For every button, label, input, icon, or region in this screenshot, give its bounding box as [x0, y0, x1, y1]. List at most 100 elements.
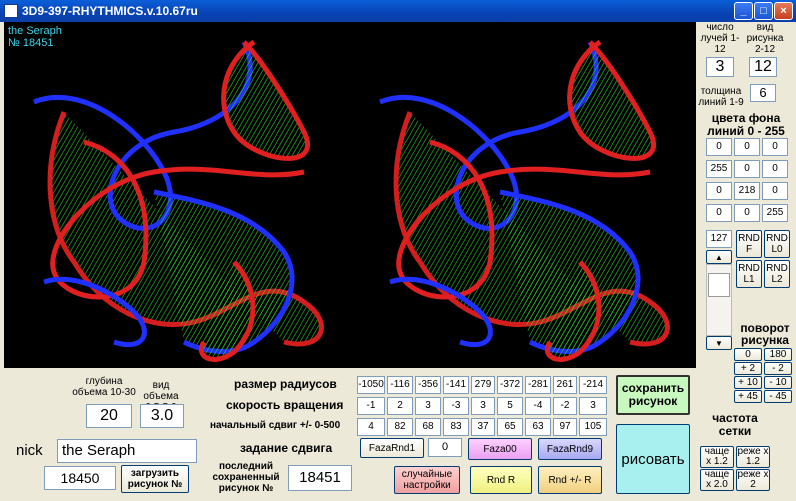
radius-cell-7[interactable]: -281	[525, 376, 551, 394]
drawing-canvas[interactable]: the Seraph № 18451	[4, 22, 696, 368]
color-l0-g[interactable]: 0	[734, 160, 760, 178]
speed-cell-7[interactable]: -4	[525, 397, 551, 415]
radius-cell-1[interactable]: -1050	[357, 376, 385, 394]
rnd-pm-r-button[interactable]: Rnd +/- R	[538, 466, 602, 494]
rnd-l2-button[interactable]: RND L2	[764, 260, 790, 288]
scroll-value: 127	[706, 230, 732, 248]
color-l0-r[interactable]: 255	[706, 160, 732, 178]
color-bg-b[interactable]: 0	[762, 138, 788, 156]
speed-label: скорость вращения	[226, 398, 344, 412]
nick-input[interactable]: the Seraph	[57, 439, 197, 463]
draw-button[interactable]: рисовать	[616, 424, 690, 494]
color-bg-g[interactable]: 0	[734, 138, 760, 156]
grid-denser-1-2-button[interactable]: чаще x 1.2	[700, 446, 734, 468]
shift-cell-8[interactable]: 97	[553, 418, 577, 436]
close-button[interactable]: ×	[774, 2, 793, 20]
random-settings-button[interactable]: случайные настройки	[394, 466, 460, 494]
color-bg-r[interactable]: 0	[706, 138, 732, 156]
thickness-label: толщина линий 1-9	[698, 86, 744, 108]
last-saved-input[interactable]: 18451	[288, 465, 352, 491]
rnd-f-button[interactable]: RND F	[736, 230, 762, 258]
load-number-input[interactable]: 18450	[44, 466, 116, 490]
color-l0-b[interactable]: 0	[762, 160, 788, 178]
rnd-l1-button[interactable]: RND L1	[736, 260, 762, 288]
stereo-figure	[33, 22, 696, 368]
radii-label: размер радиусов	[234, 377, 337, 391]
speed-cell-3[interactable]: 3	[415, 397, 441, 415]
faza00-button[interactable]: Faza00	[468, 438, 532, 460]
rotation-title: поворот рисунка	[740, 321, 790, 347]
grid-sparser-1-2-button[interactable]: реже x 1.2	[736, 446, 770, 468]
shift-cell-7[interactable]: 63	[525, 418, 551, 436]
speed-cell-4[interactable]: -3	[443, 397, 469, 415]
rnd-r-button[interactable]: Rnd R	[470, 466, 532, 494]
minimize-button[interactable]: _	[734, 2, 753, 20]
grid-frequency-title: частота сетки	[712, 411, 758, 438]
app-icon	[4, 4, 18, 18]
speed-cell-9[interactable]: 3	[579, 397, 607, 415]
radius-cell-8[interactable]: 261	[553, 376, 577, 394]
rotate-plus2-button[interactable]: + 2	[734, 362, 762, 375]
kind-input[interactable]: 12	[749, 57, 777, 77]
radius-cell-6[interactable]: -372	[497, 376, 523, 394]
shift-cell-9[interactable]: 105	[579, 418, 607, 436]
speed-cell-2[interactable]: 2	[387, 397, 413, 415]
faza-rnd9-button[interactable]: FazaRnd9	[538, 438, 602, 460]
load-figure-button[interactable]: загрузить рисунок №	[121, 465, 189, 493]
radius-cell-3[interactable]: -356	[415, 376, 441, 394]
rotate-180-button[interactable]: 180	[764, 348, 792, 361]
color-l2-g[interactable]: 0	[734, 204, 760, 222]
shift-set-label: задание сдвига	[240, 441, 333, 455]
rotate-minus2-button[interactable]: - 2	[764, 362, 792, 375]
rnd-l0-button[interactable]: RND L0	[764, 230, 790, 258]
speed-cell-1[interactable]: -1	[357, 397, 385, 415]
ribbon-figure-right	[380, 42, 667, 359]
rotate-plus10-button[interactable]: + 10	[734, 376, 762, 389]
shift-cell-2[interactable]: 82	[387, 418, 413, 436]
rays-label: число лучей 1-12	[700, 22, 740, 55]
radius-cell-5[interactable]: 279	[471, 376, 495, 394]
scroll-thumb[interactable]	[708, 273, 730, 297]
rotate-minus45-button[interactable]: - 45	[764, 390, 792, 403]
radius-cell-9[interactable]: -214	[579, 376, 607, 394]
speed-cell-8[interactable]: -2	[553, 397, 577, 415]
shift-label: начальный сдвиг +/- 0-500	[210, 420, 341, 431]
color-l1-b[interactable]: 0	[762, 182, 788, 200]
color-l1-g[interactable]: 218	[734, 182, 760, 200]
grid-sparser-2-button[interactable]: реже x 2	[736, 469, 770, 491]
shift-cell-6[interactable]: 65	[497, 418, 523, 436]
shift-cell-1[interactable]: 4	[357, 418, 385, 436]
ribbon-figure-left	[33, 39, 324, 362]
rotate-minus10-button[interactable]: - 10	[764, 376, 792, 389]
color-scrollbar-track[interactable]	[706, 264, 732, 336]
color-l1-r[interactable]: 0	[706, 182, 732, 200]
speed-cell-6[interactable]: 5	[497, 397, 523, 415]
rotate-plus45-button[interactable]: + 45	[734, 390, 762, 403]
color-l2-b[interactable]: 255	[762, 204, 788, 222]
faza-rnd1-button[interactable]: FazaRnd1	[360, 438, 424, 458]
grid-denser-2-button[interactable]: чаще x 2.0	[700, 469, 734, 491]
title-bar: 3D9-397-RHYTHMICS.v.10.67ru _ □ ×	[0, 0, 796, 22]
save-figure-button[interactable]: сохранить рисунок	[616, 375, 690, 415]
faza-input[interactable]: 0	[428, 438, 462, 457]
last-saved-label: последний сохраненный рисунок №	[212, 461, 280, 494]
radius-cell-4[interactable]: -141	[443, 376, 469, 394]
nick-label: nick	[16, 442, 43, 459]
color-l2-r[interactable]: 0	[706, 204, 732, 222]
scroll-up-button[interactable]: ▲	[706, 250, 732, 264]
volume-kind-input[interactable]: 3.0	[140, 404, 184, 428]
maximize-button[interactable]: □	[754, 2, 773, 20]
scroll-down-button[interactable]: ▼	[706, 336, 732, 350]
speed-cell-5[interactable]: 3	[471, 397, 495, 415]
radius-cell-2[interactable]: -116	[387, 376, 413, 394]
shift-cell-3[interactable]: 68	[415, 418, 441, 436]
rotate-0-button[interactable]: 0	[734, 348, 762, 361]
depth-input[interactable]: 20	[86, 404, 132, 428]
shift-cell-5[interactable]: 37	[471, 418, 495, 436]
colors-title: цвета фона линий 0 - 255	[707, 111, 785, 138]
rays-input[interactable]: 3	[706, 57, 734, 77]
shift-cell-4[interactable]: 83	[443, 418, 469, 436]
depth-label: глубина объема 10-30	[72, 376, 136, 398]
thickness-input[interactable]: 6	[750, 84, 776, 102]
kind-label: вид рисунка 2-12	[746, 22, 784, 55]
